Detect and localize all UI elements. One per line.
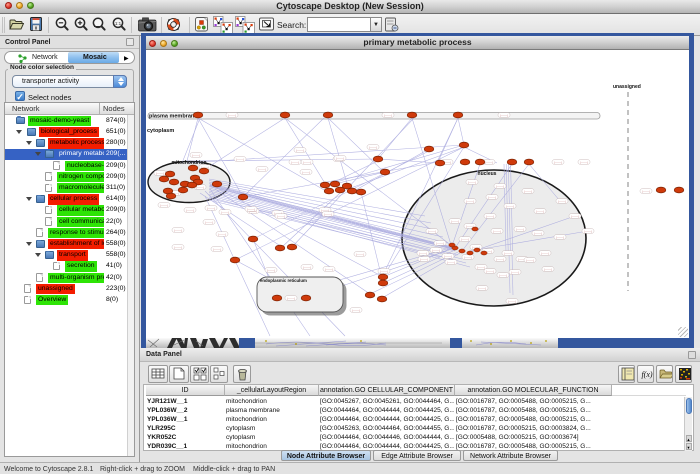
svg-text:(——): (——) xyxy=(485,161,493,165)
svg-text:(——): (——) xyxy=(534,232,542,236)
svg-text:(——): (——) xyxy=(488,196,496,200)
svg-text:(——): (——) xyxy=(369,146,377,150)
svg-text:(——): (——) xyxy=(160,204,168,208)
svg-text:(——): (——) xyxy=(258,168,266,172)
svg-text:(——): (——) xyxy=(461,238,469,242)
svg-text:(——): (——) xyxy=(580,161,588,165)
svg-text:(——): (——) xyxy=(205,221,213,225)
svg-text:f(x): f(x) xyxy=(641,370,652,379)
svg-text:(——): (——) xyxy=(642,190,650,194)
svg-text:(——): (——) xyxy=(526,259,534,263)
svg-text:(——): (——) xyxy=(325,268,333,272)
svg-text:(——): (——) xyxy=(303,266,311,270)
svg-text:(——): (——) xyxy=(221,211,229,215)
svg-text:(——): (——) xyxy=(496,185,504,189)
svg-text:(——): (——) xyxy=(516,228,524,232)
svg-text:(——): (——) xyxy=(499,274,507,278)
svg-text:(——): (——) xyxy=(536,210,544,214)
svg-text:(——): (——) xyxy=(544,268,552,272)
svg-text:(——): (——) xyxy=(511,271,519,275)
svg-text:(——): (——) xyxy=(571,215,579,219)
svg-text:(——): (——) xyxy=(541,252,549,256)
svg-text:(——): (——) xyxy=(486,270,494,274)
svg-text:(——): (——) xyxy=(296,149,304,153)
svg-text:(——): (——) xyxy=(436,242,444,246)
svg-text:(——): (——) xyxy=(493,230,501,234)
svg-text:(——): (——) xyxy=(303,161,311,165)
svg-text:(——): (——) xyxy=(174,246,182,250)
svg-text:(——): (——) xyxy=(556,236,564,240)
svg-text:(——): (——) xyxy=(356,253,364,257)
svg-text:(——): (——) xyxy=(236,158,244,162)
svg-text:(——): (——) xyxy=(508,300,516,304)
svg-text:(——): (——) xyxy=(228,114,236,118)
svg-text:(——): (——) xyxy=(444,255,452,259)
svg-text:(——): (——) xyxy=(291,161,299,165)
svg-text:(——): (——) xyxy=(336,157,344,161)
svg-text:(——): (——) xyxy=(247,208,255,212)
svg-text:(——): (——) xyxy=(466,200,474,204)
svg-text:(——): (——) xyxy=(156,172,164,176)
svg-text:(——): (——) xyxy=(218,233,226,237)
svg-text:(——): (——) xyxy=(174,229,182,233)
svg-text:(——): (——) xyxy=(324,213,332,217)
svg-text:plasma membrane: plasma membrane xyxy=(149,114,197,120)
svg-text:(——): (——) xyxy=(196,186,204,190)
svg-text:(——): (——) xyxy=(192,154,200,158)
svg-text:unassigned: unassigned xyxy=(613,84,641,90)
svg-text:(——): (——) xyxy=(486,215,494,219)
svg-text:(——): (——) xyxy=(302,171,310,175)
svg-text:(——): (——) xyxy=(584,230,592,234)
svg-text:1:1: 1:1 xyxy=(115,21,122,26)
svg-text:(——): (——) xyxy=(504,252,512,256)
svg-text:cytoplasm: cytoplasm xyxy=(147,128,174,134)
svg-text:(——): (——) xyxy=(267,269,275,273)
svg-text:(——): (——) xyxy=(432,249,440,253)
svg-text:(——): (——) xyxy=(477,266,485,270)
svg-text:(——): (——) xyxy=(352,309,360,313)
svg-text:(——): (——) xyxy=(451,220,459,224)
svg-text:(——): (——) xyxy=(524,190,532,194)
svg-text:endoplasmic reticulum: endoplasmic reticulum xyxy=(260,278,307,283)
svg-text:(——): (——) xyxy=(186,209,194,213)
svg-text:(——): (——) xyxy=(506,205,514,209)
svg-text:(——): (——) xyxy=(468,181,476,185)
svg-text:(——): (——) xyxy=(277,215,285,219)
svg-text:(——): (——) xyxy=(500,114,508,118)
svg-text:(——): (——) xyxy=(428,230,436,234)
svg-text:(——): (——) xyxy=(213,248,221,252)
svg-text:(——): (——) xyxy=(558,200,566,204)
svg-text:(——): (——) xyxy=(464,256,472,260)
svg-text:(——): (——) xyxy=(287,297,295,301)
svg-text:(——): (——) xyxy=(496,258,504,262)
svg-text:(——): (——) xyxy=(447,261,455,265)
svg-text:(——): (——) xyxy=(420,258,428,262)
svg-text:nucleus: nucleus xyxy=(478,171,497,177)
svg-text:(——): (——) xyxy=(207,207,215,211)
svg-text:(——): (——) xyxy=(478,287,486,291)
svg-text:(——): (——) xyxy=(384,114,392,118)
svg-text:(——): (——) xyxy=(380,270,388,274)
svg-text:(——): (——) xyxy=(554,161,562,165)
svg-text:(——): (——) xyxy=(419,252,427,256)
